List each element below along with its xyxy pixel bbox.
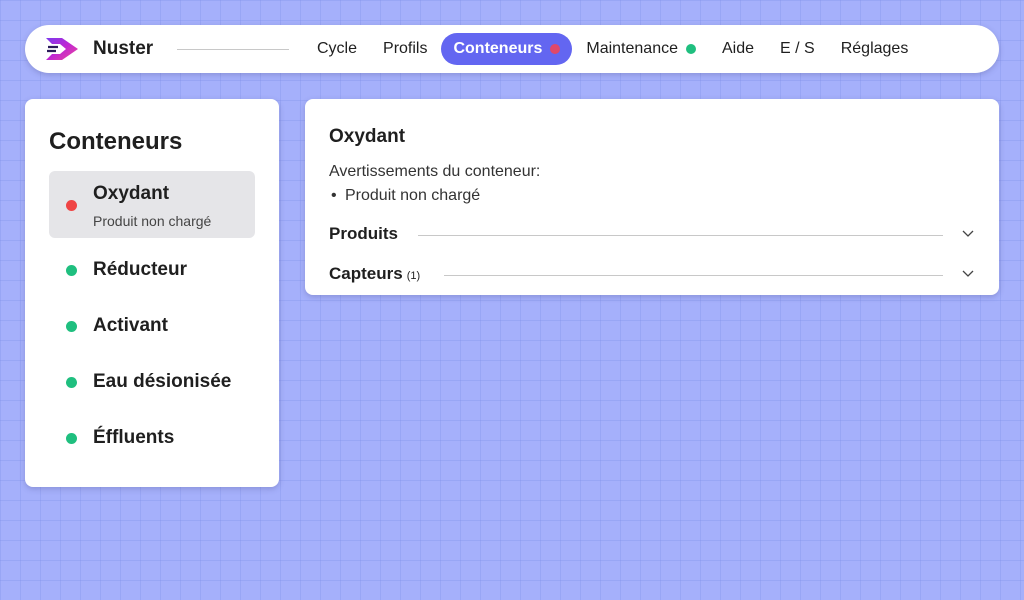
nav-aide[interactable]: Aide <box>710 33 766 65</box>
nav-reglages[interactable]: Réglages <box>829 33 921 65</box>
detail-title: Oxydant <box>329 126 406 147</box>
status-dot-error <box>66 200 77 211</box>
status-dot-ok <box>66 377 77 388</box>
nav-es-label: E / S <box>780 40 815 57</box>
conteneurs-status-dot <box>550 44 561 54</box>
section-label: Capteurs <box>329 264 403 283</box>
containers-sidebar: Conteneurs Oxydant Produit non chargé Ré… <box>25 99 279 487</box>
app-name: Nuster <box>93 38 154 59</box>
status-dot-ok <box>66 433 77 444</box>
warning-item: Produit non chargé <box>331 187 480 205</box>
nav-profils-label: Profils <box>383 40 428 57</box>
sidebar-item-label: Éffluents <box>93 427 175 448</box>
section-produits[interactable]: Produits <box>329 224 975 246</box>
chevron-down-icon <box>962 230 974 237</box>
section-capteurs[interactable]: Capteurs (1) <box>329 264 975 286</box>
nav-cycle[interactable]: Cycle <box>305 33 369 65</box>
section-divider <box>444 275 943 276</box>
sidebar-item-label: Réducteur <box>93 259 187 280</box>
nav-reglages-label: Réglages <box>840 40 909 57</box>
sidebar-item-label: Activant <box>93 315 168 336</box>
nuster-logo-icon <box>46 38 78 60</box>
nav-conteneurs-label: Conteneurs <box>453 40 543 57</box>
sidebar-item-eau-desionisee[interactable]: Eau désionisée <box>49 365 255 401</box>
brand-divider <box>177 49 289 50</box>
sidebar-item-reducteur[interactable]: Réducteur <box>49 253 255 289</box>
top-navigation-bar: Nuster Cycle Profils Conteneurs Maintena… <box>25 25 999 73</box>
sidebar-item-effluents[interactable]: Éffluents <box>49 421 255 457</box>
warnings-heading: Avertissements du conteneur: <box>329 163 541 180</box>
nav-maintenance-label: Maintenance <box>586 40 678 57</box>
sidebar-item-oxydant[interactable]: Oxydant Produit non chargé <box>49 171 255 238</box>
sidebar-item-label: Oxydant <box>93 183 170 204</box>
maintenance-status-dot <box>686 44 696 54</box>
nav-conteneurs[interactable]: Conteneurs <box>441 33 573 65</box>
nav-profils[interactable]: Profils <box>371 33 439 65</box>
sidebar-item-activant[interactable]: Activant <box>49 309 255 345</box>
sidebar-item-label: Eau désionisée <box>93 371 232 392</box>
status-dot-ok <box>66 265 77 276</box>
main-nav: Cycle Profils Conteneurs Maintenance Aid… <box>305 33 922 65</box>
nav-cycle-label: Cycle <box>317 40 358 57</box>
section-label-wrap: Capteurs (1) <box>329 264 420 284</box>
nav-aide-label: Aide <box>722 40 755 57</box>
status-dot-ok <box>66 321 77 332</box>
section-label: Produits <box>329 224 398 243</box>
sidebar-item-sublabel: Produit non chargé <box>93 213 212 229</box>
sidebar-title: Conteneurs <box>49 128 183 155</box>
section-count: (1) <box>406 270 421 282</box>
container-detail-panel: Oxydant Avertissements du conteneur: Pro… <box>305 99 999 295</box>
nav-es[interactable]: E / S <box>768 33 827 65</box>
section-divider <box>418 235 943 236</box>
chevron-down-icon <box>962 270 974 277</box>
nav-maintenance[interactable]: Maintenance <box>574 33 708 65</box>
